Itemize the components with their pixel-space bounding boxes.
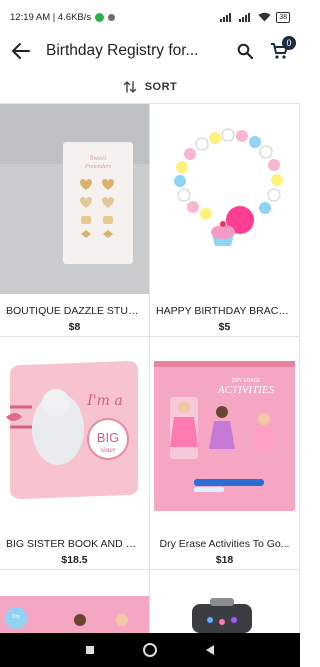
status-right: 38 bbox=[220, 11, 290, 23]
sort-label: SORT bbox=[144, 80, 178, 93]
product-card[interactable]: Dry bbox=[0, 570, 150, 633]
home-icon[interactable] bbox=[142, 642, 158, 658]
status-bar: 12:19 AM | 4.6KB/s 38 bbox=[0, 0, 300, 34]
cart-button[interactable]: 0 bbox=[266, 36, 296, 64]
svg-text:ACTIVITIES: ACTIVITIES bbox=[217, 384, 275, 396]
product-image-partial-2[interactable] bbox=[150, 570, 299, 633]
product-title[interactable]: HAPPY BIRTHDAY BRACEL... bbox=[156, 305, 293, 317]
search-icon[interactable] bbox=[232, 38, 258, 64]
recent-apps-icon[interactable] bbox=[83, 643, 97, 657]
product-card[interactable]: DRY ERASE ACTIVITIES Dry Erase Activitie… bbox=[150, 337, 300, 570]
app-notification-icon bbox=[95, 12, 105, 22]
product-title[interactable]: Dry Erase Activities To Go... bbox=[156, 538, 293, 550]
signal-icon-2 bbox=[239, 12, 251, 22]
wifi-icon bbox=[258, 12, 271, 22]
product-image-book[interactable]: I'm a BIG sister bbox=[0, 337, 149, 527]
product-card[interactable]: Sweet Pretenders BOUTIQUE DAZZLE STUD...… bbox=[0, 104, 150, 337]
product-title[interactable]: BOUTIQUE DAZZLE STUD... bbox=[6, 305, 143, 317]
product-price: $18 bbox=[215, 554, 234, 566]
product-price: $18.5 bbox=[61, 554, 88, 566]
back-arrow-icon[interactable] bbox=[8, 38, 34, 64]
svg-text:Dry: Dry bbox=[12, 614, 20, 620]
battery-icon: 38 bbox=[276, 11, 290, 23]
product-image-partial[interactable]: Dry bbox=[0, 570, 149, 633]
page-title: Birthday Registry for... bbox=[46, 42, 199, 59]
svg-text:I'm a: I'm a bbox=[86, 393, 122, 409]
back-nav-icon[interactable] bbox=[203, 643, 217, 657]
product-title[interactable]: BIG SISTER BOOK AND PL... bbox=[6, 538, 143, 550]
status-left: 12:19 AM | 4.6KB/s bbox=[10, 11, 116, 23]
svg-text:Pretenders: Pretenders bbox=[84, 164, 112, 170]
app-bar: Birthday Registry for... 0 bbox=[0, 34, 300, 68]
product-card[interactable] bbox=[150, 570, 300, 633]
signal-icon bbox=[220, 12, 232, 22]
product-image-bracelet[interactable] bbox=[150, 104, 299, 294]
product-grid: Sweet Pretenders BOUTIQUE DAZZLE STUD...… bbox=[0, 104, 300, 633]
notification-icon bbox=[108, 13, 116, 21]
product-image-activities[interactable]: DRY ERASE ACTIVITIES bbox=[150, 337, 299, 527]
svg-text:sister: sister bbox=[100, 446, 115, 454]
product-card[interactable]: I'm a BIG sister BIG SISTER BOOK AND PL.… bbox=[0, 337, 150, 570]
system-navigation-bar bbox=[0, 633, 300, 667]
svg-text:BIG: BIG bbox=[97, 430, 119, 445]
sort-button[interactable]: SORT bbox=[0, 70, 300, 104]
product-price: $5 bbox=[218, 321, 231, 333]
product-price: $8 bbox=[68, 321, 81, 333]
svg-text:Sweet: Sweet bbox=[90, 154, 107, 162]
cart-count-badge: 0 bbox=[282, 36, 296, 50]
sort-icon bbox=[123, 80, 136, 93]
product-card[interactable]: HAPPY BIRTHDAY BRACEL... $5 bbox=[150, 104, 300, 337]
product-image-earrings[interactable]: Sweet Pretenders bbox=[0, 104, 149, 294]
status-time: 12:19 AM | 4.6KB/s bbox=[10, 11, 92, 23]
